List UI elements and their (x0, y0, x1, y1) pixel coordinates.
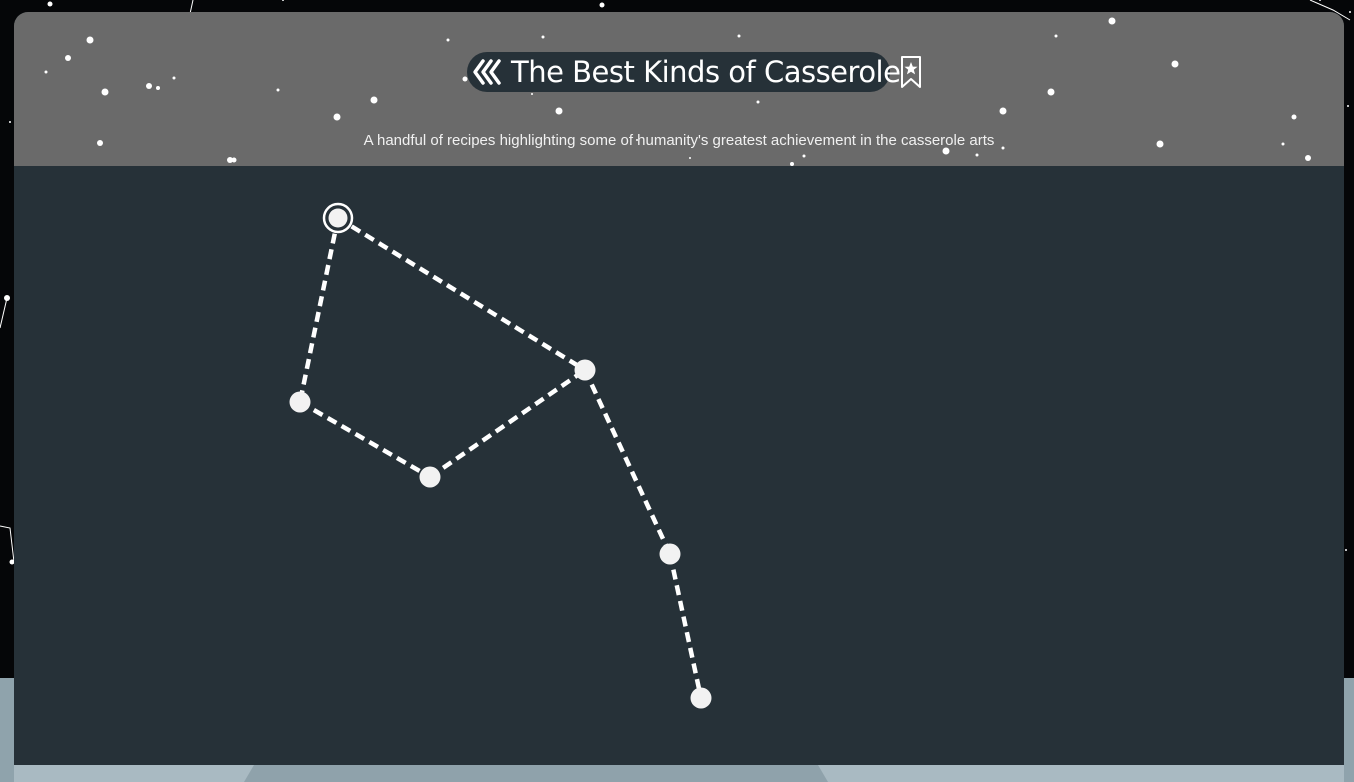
constellation-edge (336, 216, 587, 372)
header-star (1305, 155, 1311, 161)
recipe-star-node[interactable] (419, 466, 441, 488)
bookmark-button[interactable] (900, 54, 922, 90)
header-star (172, 76, 176, 80)
header-star (756, 100, 760, 104)
header-star (1047, 88, 1055, 96)
sky-star (1319, 0, 1321, 1)
constellation-edge (582, 369, 673, 555)
footer-band (14, 765, 1344, 782)
header-star (1291, 114, 1297, 120)
header-star (975, 153, 979, 157)
recipe-star-node[interactable] (659, 543, 681, 565)
header-star (1108, 17, 1116, 25)
sky-star (282, 0, 284, 1)
recipe-star-node-active[interactable] (322, 202, 354, 234)
footer-band-center (244, 765, 828, 782)
header-star (156, 86, 160, 90)
header-star (333, 113, 341, 121)
header-star (65, 55, 71, 61)
header-star (802, 154, 806, 158)
header-star (86, 36, 94, 44)
header-star (541, 35, 545, 39)
page-subtitle: A handful of recipes highlighting some o… (363, 132, 995, 149)
header-star (446, 38, 450, 42)
header-star (999, 107, 1007, 115)
header-star (370, 96, 378, 104)
header-star (737, 34, 741, 38)
recipe-star-node[interactable] (574, 359, 596, 381)
sky-star (1347, 105, 1349, 107)
header-star (146, 83, 152, 89)
header-star (689, 157, 691, 159)
left-hill (0, 678, 14, 782)
recipe-constellation (289, 202, 712, 709)
header: The Best Kinds of Casserole A handful of… (14, 12, 1344, 166)
header-star (276, 88, 280, 92)
constellation-edge (298, 400, 432, 479)
header-star (555, 107, 563, 115)
triple-chevron-left-icon (473, 59, 501, 85)
constellation-edge (428, 368, 587, 479)
page-title: The Best Kinds of Casserole (511, 55, 901, 89)
title-bar: The Best Kinds of Casserole (467, 52, 922, 92)
constellation-edge (667, 553, 704, 699)
header-star (44, 70, 48, 74)
sky-constellation-line (0, 297, 8, 329)
recipe-star-node[interactable] (690, 687, 712, 709)
constellation-edge (297, 217, 341, 403)
recipe-star-node[interactable] (289, 391, 311, 413)
back-button[interactable] (471, 52, 505, 92)
sky-star (599, 2, 605, 8)
header-star (231, 157, 237, 163)
bookmark-star-icon (901, 56, 922, 88)
constellation-nodes (289, 202, 712, 709)
sky-star (47, 1, 53, 7)
constellation-edges (297, 216, 704, 699)
sky-star (9, 121, 11, 123)
header-star (1171, 60, 1179, 68)
header-star (101, 88, 109, 96)
sky-constellation-line (0, 525, 15, 563)
main-panel: The Best Kinds of Casserole A handful of… (14, 12, 1344, 782)
sky-star (1349, 11, 1351, 13)
sky-star (1345, 549, 1347, 551)
header-star (531, 93, 533, 95)
header-star (1054, 34, 1058, 38)
